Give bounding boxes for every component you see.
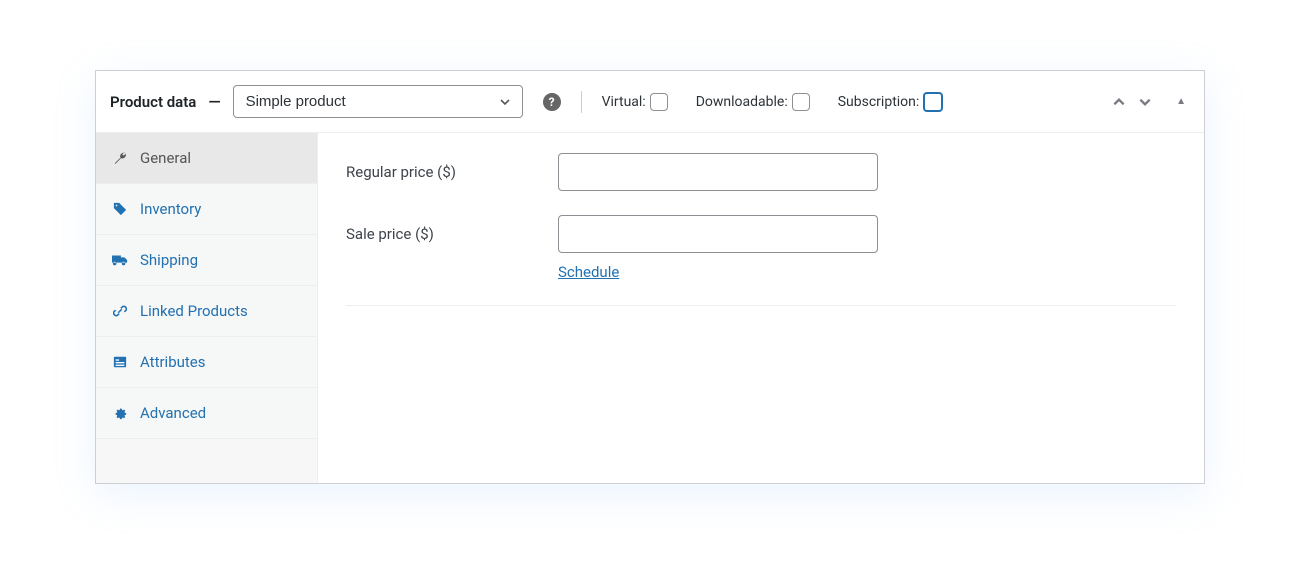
tab-label: General xyxy=(140,149,191,167)
panel-body: General Inventory Shipping Linked Produc… xyxy=(96,133,1204,483)
content-divider xyxy=(346,305,1176,306)
tab-label: Inventory xyxy=(140,200,201,218)
regular-price-label: Regular price ($) xyxy=(346,153,558,181)
subscription-label: Subscription: xyxy=(838,94,920,110)
move-up-icon[interactable] xyxy=(1112,95,1126,109)
move-down-icon[interactable] xyxy=(1138,95,1152,109)
wrench-icon xyxy=(112,151,128,165)
tab-advanced[interactable]: Advanced xyxy=(96,388,317,439)
tab-label: Shipping xyxy=(140,251,198,269)
tag-icon xyxy=(112,202,128,216)
virtual-checkbox[interactable] xyxy=(650,93,668,111)
divider xyxy=(581,91,582,113)
tabs-sidebar: General Inventory Shipping Linked Produc… xyxy=(96,133,318,483)
product-type-select-wrap: Simple product xyxy=(233,85,523,118)
panel-order-controls: ▲ xyxy=(1112,95,1186,109)
regular-price-input[interactable] xyxy=(558,153,878,191)
tab-label: Attributes xyxy=(140,353,206,371)
regular-price-row: Regular price ($) xyxy=(346,153,1176,191)
virtual-checkbox-group: Virtual: xyxy=(602,93,668,111)
tab-shipping[interactable]: Shipping xyxy=(96,235,317,286)
tab-label: Linked Products xyxy=(140,302,248,320)
sale-price-label: Sale price ($) xyxy=(346,215,558,243)
tab-content-general: Regular price ($) Sale price ($) Schedul… xyxy=(318,133,1204,483)
sale-price-input[interactable] xyxy=(558,215,878,253)
product-data-panel: Product data — Simple product ? Virtual:… xyxy=(95,70,1205,484)
downloadable-label: Downloadable: xyxy=(696,94,788,110)
panel-header: Product data — Simple product ? Virtual:… xyxy=(96,71,1204,133)
sale-price-row: Sale price ($) Schedule xyxy=(346,215,1176,281)
gear-icon xyxy=(112,406,128,420)
list-icon xyxy=(112,355,128,369)
collapse-toggle-icon[interactable]: ▲ xyxy=(1176,96,1186,107)
schedule-link[interactable]: Schedule xyxy=(558,263,878,281)
tab-inventory[interactable]: Inventory xyxy=(96,184,317,235)
subscription-checkbox[interactable] xyxy=(923,92,943,112)
title-dash: — xyxy=(208,92,220,111)
downloadable-checkbox-group: Downloadable: xyxy=(696,93,810,111)
help-icon[interactable]: ? xyxy=(543,93,561,111)
tab-attributes[interactable]: Attributes xyxy=(96,337,317,388)
product-type-select[interactable]: Simple product xyxy=(233,85,523,118)
subscription-checkbox-group: Subscription: xyxy=(838,92,944,112)
downloadable-checkbox[interactable] xyxy=(792,93,810,111)
truck-icon xyxy=(112,253,128,267)
tab-label: Advanced xyxy=(140,404,206,422)
tab-general[interactable]: General xyxy=(96,133,317,184)
tab-linked-products[interactable]: Linked Products xyxy=(96,286,317,337)
panel-title: Product data xyxy=(110,93,196,111)
link-icon xyxy=(112,304,128,318)
virtual-label: Virtual: xyxy=(602,94,646,110)
